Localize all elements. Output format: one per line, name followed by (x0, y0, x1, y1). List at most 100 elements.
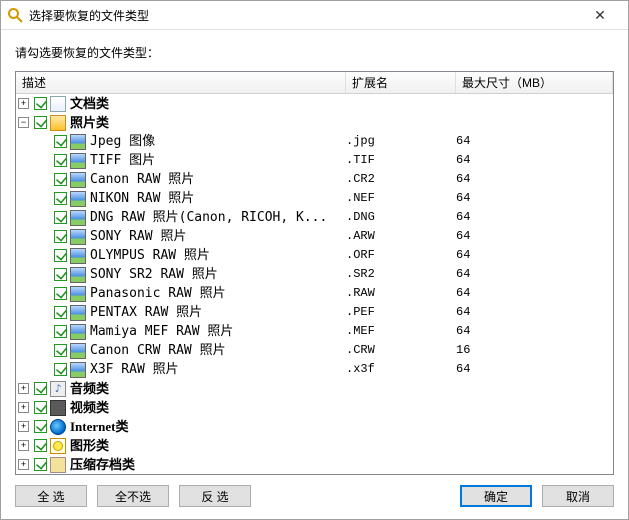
row-label: Canon CRW RAW 照片 (90, 341, 226, 360)
raw-icon (70, 343, 86, 359)
row-ext: .MEF (346, 322, 456, 341)
row-ext: .DNG (346, 208, 456, 227)
expand-icon[interactable]: + (18, 383, 29, 394)
row-ext: .NEF (346, 189, 456, 208)
cancel-button[interactable]: 取消 (542, 485, 614, 507)
tree-row[interactable]: Canon RAW 照片.CR264 (16, 170, 613, 189)
checkbox[interactable] (54, 325, 67, 338)
row-label: Panasonic RAW 照片 (90, 284, 226, 303)
tree-row[interactable]: X3F RAW 照片.x3f64 (16, 360, 613, 379)
row-label: SONY RAW 照片 (90, 227, 186, 246)
checkbox[interactable] (54, 135, 67, 148)
tree-row[interactable]: + 文档类 (16, 94, 613, 113)
tree-row[interactable]: + 视频类 (16, 398, 613, 417)
tree-row[interactable]: TIFF 图片.TIF64 (16, 151, 613, 170)
checkbox[interactable] (34, 116, 47, 129)
column-desc[interactable]: 描述 (16, 72, 346, 93)
tree-row[interactable]: Jpeg 图像.jpg64 (16, 132, 613, 151)
expand-icon[interactable]: + (18, 459, 29, 470)
row-label: TIFF 图片 (90, 151, 155, 170)
select-all-button[interactable]: 全 选 (15, 485, 87, 507)
row-size: 16 (456, 341, 556, 360)
close-button[interactable]: ✕ (580, 7, 620, 24)
ok-button[interactable]: 确定 (460, 485, 532, 507)
checkbox[interactable] (54, 211, 67, 224)
expand-icon[interactable]: + (18, 421, 29, 432)
tree-row[interactable]: Mamiya MEF RAW 照片 .MEF64 (16, 322, 613, 341)
dialog-window: 选择要恢复的文件类型 ✕ 请勾选要恢复的文件类型： 描述 扩展名 最大尺寸（MB… (0, 0, 629, 520)
raw-icon (70, 286, 86, 302)
tree-row[interactable]: DNG RAW 照片(Canon, RICOH, K....DNG64 (16, 208, 613, 227)
row-ext: .SR2 (346, 265, 456, 284)
checkbox[interactable] (54, 287, 67, 300)
row-label: SONY SR2 RAW 照片 (90, 265, 218, 284)
audio-icon: ♪ (50, 381, 66, 397)
raw-icon (70, 210, 86, 226)
checkbox[interactable] (34, 439, 47, 452)
video-icon (50, 400, 66, 416)
row-size: 64 (456, 360, 556, 379)
tree-row[interactable]: +♪音频类 (16, 379, 613, 398)
checkbox[interactable] (54, 173, 67, 186)
row-ext: .PEF (346, 303, 456, 322)
invert-button[interactable]: 反 选 (179, 485, 251, 507)
checkbox[interactable] (34, 420, 47, 433)
tree-row[interactable]: SONY SR2 RAW 照片 .SR264 (16, 265, 613, 284)
row-ext: .CR2 (346, 170, 456, 189)
checkbox[interactable] (54, 268, 67, 281)
row-size: 64 (456, 322, 556, 341)
row-label: NIKON RAW 照片 (90, 189, 194, 208)
checkbox[interactable] (34, 382, 47, 395)
checkbox[interactable] (54, 363, 67, 376)
row-size: 64 (456, 246, 556, 265)
row-size: 64 (456, 284, 556, 303)
tree-row[interactable]: +Internet类 (16, 417, 613, 436)
tree-row[interactable]: +压缩存档类 (16, 455, 613, 474)
checkbox[interactable] (54, 230, 67, 243)
magnifier-icon (7, 7, 23, 23)
row-ext: .RAW (346, 284, 456, 303)
gfx-icon (50, 438, 66, 454)
column-ext[interactable]: 扩展名 (346, 72, 456, 93)
checkbox[interactable] (54, 344, 67, 357)
raw-icon (70, 191, 86, 207)
row-ext: .CRW (346, 341, 456, 360)
select-none-button[interactable]: 全不选 (97, 485, 169, 507)
checkbox[interactable] (54, 306, 67, 319)
checkbox[interactable] (54, 249, 67, 262)
row-label: 文档类 (70, 94, 109, 113)
instruction-text: 请勾选要恢复的文件类型： (15, 44, 614, 61)
expand-icon[interactable]: + (18, 440, 29, 451)
checkbox[interactable] (34, 401, 47, 414)
row-label: Canon RAW 照片 (90, 170, 194, 189)
checkbox[interactable] (54, 154, 67, 167)
tree-row[interactable]: OLYMPUS RAW 照片 .ORF64 (16, 246, 613, 265)
raw-icon (70, 305, 86, 321)
grid-body[interactable]: +文档类−照片类Jpeg 图像.jpg64TIFF 图片.TIF64Canon … (16, 94, 613, 474)
ie-icon (50, 419, 66, 435)
tree-row[interactable]: PENTAX RAW 照片.PEF64 (16, 303, 613, 322)
tree-row[interactable]: NIKON RAW 照片.NEF64 (16, 189, 613, 208)
row-ext: .ORF (346, 246, 456, 265)
grid-header: 描述 扩展名 最大尺寸（MB） (16, 72, 613, 94)
expand-icon[interactable]: + (18, 98, 29, 109)
collapse-icon[interactable]: − (18, 117, 29, 128)
checkbox[interactable] (54, 192, 67, 205)
row-label: 照片类 (70, 113, 109, 132)
row-size: 64 (456, 227, 556, 246)
checkbox[interactable] (34, 97, 47, 110)
tree-row[interactable]: − 照片类 (16, 113, 613, 132)
row-label: Mamiya MEF RAW 照片 (90, 322, 233, 341)
checkbox[interactable] (34, 458, 47, 471)
window-title: 选择要恢复的文件类型 (29, 7, 580, 24)
expand-icon[interactable]: + (18, 402, 29, 413)
column-size[interactable]: 最大尺寸（MB） (456, 72, 613, 93)
tree-row[interactable]: SONY RAW 照片.ARW64 (16, 227, 613, 246)
row-label: 视频类 (70, 398, 109, 417)
tree-row[interactable]: Canon CRW RAW 照片 .CRW16 (16, 341, 613, 360)
tree-row[interactable]: +图形类 (16, 436, 613, 455)
row-label: OLYMPUS RAW 照片 (90, 246, 210, 265)
row-size: 64 (456, 265, 556, 284)
tree-row[interactable]: Panasonic RAW 照片 .RAW64 (16, 284, 613, 303)
row-label: PENTAX RAW 照片 (90, 303, 202, 322)
